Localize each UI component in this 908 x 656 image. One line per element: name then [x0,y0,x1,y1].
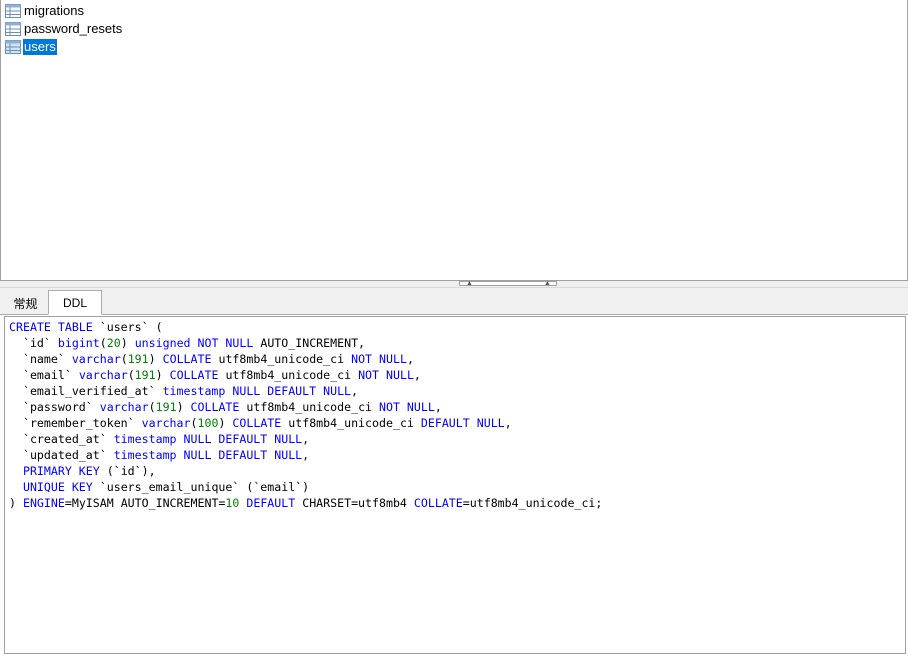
sql-text: utf8mb4_unicode_ci [281,416,421,430]
sql-keyword: COLLATE [162,352,212,366]
sql-number: 191 [155,400,177,414]
ddl-line: CREATE TABLE `users` ( [9,320,163,334]
sql-text: `email` [9,368,79,382]
ddl-line: `id` bigint(20) unsigned NOT NULL AUTO_I… [9,336,365,350]
sql-keyword: COLLATE [413,496,463,510]
sql-keyword: NOT NULL [358,368,414,382]
sql-text: CHARSET=utf8mb4 [295,496,414,510]
sql-keyword: varchar [99,400,149,414]
collapse-up-icon[interactable]: ▲ [466,280,473,287]
ddl-line: `password` varchar(191) COLLATE utf8mb4_… [9,400,442,414]
sql-text: ) [9,496,23,510]
sql-text: , [406,352,414,366]
sql-keyword: PRIMARY KEY [22,464,100,478]
table-name-label: password_resets [24,21,123,36]
table-name-label: migrations [24,3,84,18]
sql-keyword: COLLATE [232,416,282,430]
sql-text: , [302,448,310,462]
tab-ddl[interactable]: DDL [48,290,102,315]
sql-keyword: DEFAULT [246,496,296,510]
ddl-line: `updated_at` timestamp NULL DEFAULT NULL… [9,448,309,462]
ddl-line: `created_at` timestamp NULL DEFAULT NULL… [9,432,309,446]
table-icon [5,22,21,36]
sql-text: , [434,400,442,414]
table-name-label: users [23,39,57,55]
table-item-users[interactable]: users [5,38,57,56]
tab-general[interactable]: 常规 [3,293,48,313]
sql-text: ) [155,368,170,382]
sql-keyword: varchar [71,352,121,366]
table-item-migrations[interactable]: migrations [5,2,85,20]
ddl-line: `name` varchar(191) COLLATE utf8mb4_unic… [9,352,414,366]
sql-text: utf8mb4_unicode_ci [218,368,359,382]
sql-keyword: COLLATE [169,368,219,382]
sql-keyword: UNIQUE KEY [22,480,93,494]
sql-text: ( [148,400,156,414]
sql-keyword: COLLATE [190,400,240,414]
sql-keyword: timestamp NULL DEFAULT NULL [113,448,303,462]
sql-number: 191 [127,352,149,366]
sql-text: (`id`), [99,464,156,478]
sql-text: `id` [9,336,58,350]
sql-keyword: timestamp NULL DEFAULT NULL [162,384,352,398]
sql-text: ( [127,368,135,382]
sql-keyword: varchar [141,416,191,430]
sql-text: ) [176,400,191,414]
sql-text: `password` [9,400,100,414]
splitter-grip[interactable]: ▲ ▲ [459,280,557,287]
sql-number: 100 [197,416,219,430]
sql-keyword: DEFAULT NULL [420,416,505,430]
sql-text: , [504,416,512,430]
sql-text: utf8mb4_unicode_ci [211,352,352,366]
sql-text: ( [120,352,128,366]
sql-text: `remember_token` [9,416,142,430]
sql-number: 191 [134,368,156,382]
sql-text: =MyISAM AUTO_INCREMENT= [64,496,226,510]
sql-text: `users_email_unique` (`email`) [92,480,310,494]
pane-splitter[interactable]: ▲ ▲ [0,280,908,288]
tab-strip: 常规 DDL [0,288,908,315]
ddl-line: UNIQUE KEY `users_email_unique` (`email`… [9,480,309,494]
ddl-line: ) ENGINE=MyISAM AUTO_INCREMENT=10 DEFAUL… [9,496,602,510]
sql-keyword: unsigned NOT NULL [134,336,254,350]
sql-keyword: NOT NULL [379,400,435,414]
sql-text: utf8mb4_unicode_ci [239,400,380,414]
table-icon [5,4,21,18]
sql-text: =utf8mb4_unicode_ci; [462,496,603,510]
ddl-line: PRIMARY KEY (`id`), [9,464,156,478]
ddl-line: `remember_token` varchar(100) COLLATE ut… [9,416,512,430]
sql-text: `email_verified_at` [9,384,163,398]
ddl-line: `email_verified_at` timestamp NULL DEFAU… [9,384,358,398]
sql-text: `name` [9,352,72,366]
sql-keyword: timestamp NULL DEFAULT NULL [113,432,303,446]
sql-text: `users` ( [92,320,163,334]
sql-text: , [413,368,421,382]
sql-text: ) [148,352,163,366]
collapse-up-icon[interactable]: ▲ [544,280,551,287]
sql-text: `updated_at` [9,448,114,462]
sql-keyword: CREATE TABLE [9,320,93,334]
sql-keyword: ENGINE [22,496,65,510]
sql-text: `created_at` [9,432,114,446]
table-icon [5,40,21,54]
sql-text: AUTO_INCREMENT, [253,336,366,350]
table-list-pane[interactable]: migrations password_resets users [0,0,908,281]
sql-text: ) [218,416,233,430]
sql-keyword: NOT NULL [351,352,407,366]
ddl-line: `email` varchar(191) COLLATE utf8mb4_uni… [9,368,421,382]
ddl-code[interactable]: CREATE TABLE `users` ( `id` bigint(20) u… [5,317,905,511]
sql-number: 20 [106,336,121,350]
sql-keyword: bigint [57,336,100,350]
sql-keyword: varchar [78,368,128,382]
sql-text: ( [99,336,107,350]
sql-text: , [302,432,310,446]
sql-text: ) [120,336,135,350]
sql-text: , [351,384,359,398]
table-item-password-resets[interactable]: password_resets [5,20,123,38]
ddl-editor[interactable]: CREATE TABLE `users` ( `id` bigint(20) u… [4,316,906,654]
sql-number: 10 [225,496,240,510]
